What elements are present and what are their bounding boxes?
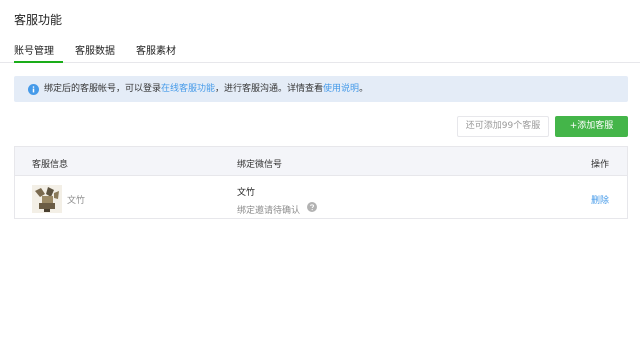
wechat-name: 文竹: [237, 188, 256, 198]
avatar: [32, 185, 62, 213]
info-icon: [28, 84, 39, 95]
add-service-button[interactable]: +添加客服: [555, 116, 628, 137]
notice-text: 绑定后的客服帐号，可以登录在线客服功能，进行客服沟通。详情查看使用说明。: [44, 84, 368, 95]
header-bound-wechat: 绑定微信号: [237, 160, 283, 170]
active-tab-underline: [14, 61, 63, 63]
quota-indicator: 还可添加99个客服: [457, 116, 549, 137]
bind-status: 绑定邀请待确认: [237, 206, 301, 216]
online-service-link[interactable]: 在线客服功能: [161, 84, 215, 94]
notice-text-before: 绑定后的客服帐号，可以登录: [44, 84, 162, 94]
notice-text-after: 。: [359, 84, 369, 94]
info-notice: 绑定后的客服帐号，可以登录在线客服功能，进行客服沟通。详情查看使用说明。: [14, 76, 628, 102]
delete-link[interactable]: 删除: [591, 193, 609, 206]
service-accounts-table: 客服信息 绑定微信号 操作 文竹 文竹 绑定邀请待确认 删除: [14, 146, 628, 219]
table-header: 客服信息 绑定微信号 操作: [15, 147, 627, 176]
header-operation: 操作: [591, 160, 610, 170]
tab-service-data[interactable]: 客服数据: [75, 42, 115, 57]
notice-text-middle: ，进行客服沟通。详情查看: [215, 84, 324, 94]
header-service-info: 客服信息: [32, 160, 69, 170]
question-icon[interactable]: [307, 202, 317, 212]
tab-account-management[interactable]: 账号管理: [14, 42, 54, 57]
tab-bar: 账号管理 客服数据 客服素材: [0, 36, 640, 63]
page-title: 客服功能: [14, 13, 63, 27]
table-row: 文竹 文竹 绑定邀请待确认 删除: [15, 177, 627, 219]
tab-service-materials[interactable]: 客服素材: [136, 42, 176, 57]
account-name: 文竹: [67, 196, 86, 206]
usage-guide-link[interactable]: 使用说明: [323, 84, 359, 94]
